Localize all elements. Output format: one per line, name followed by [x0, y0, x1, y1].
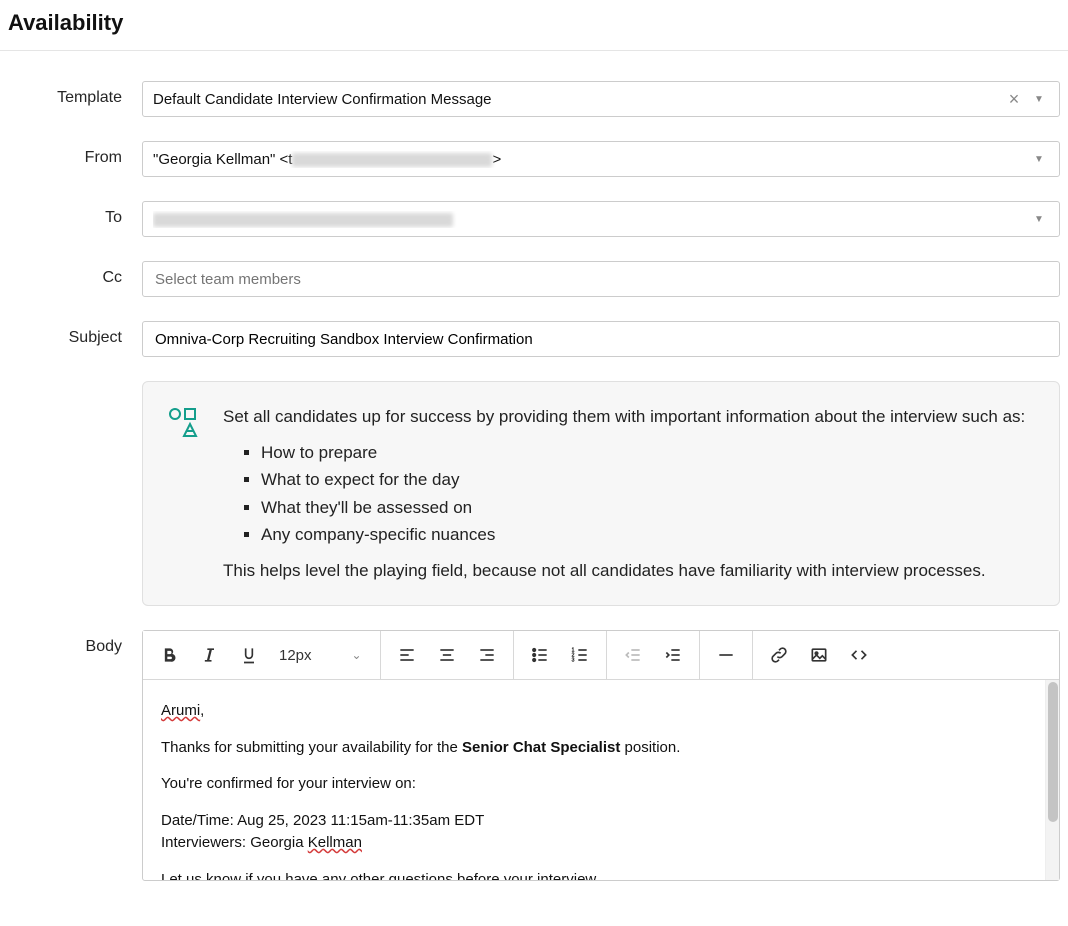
- from-suffix: >: [492, 151, 501, 168]
- chevron-down-icon: ▼: [1029, 214, 1049, 225]
- scroll-thumb[interactable]: [1048, 682, 1058, 822]
- code-view-button[interactable]: [839, 635, 879, 675]
- indent-button[interactable]: [653, 635, 693, 675]
- align-center-button[interactable]: [427, 635, 467, 675]
- body-footer-line: Let us know if you have any other questi…: [161, 869, 1027, 881]
- editor-body[interactable]: Arumi, Thanks for submitting your availa…: [143, 680, 1045, 880]
- horizontal-rule-button[interactable]: [706, 635, 746, 675]
- underline-button[interactable]: [229, 635, 269, 675]
- info-content: Set all candidates up for success by pro…: [223, 404, 1035, 583]
- email-form: Template Default Candidate Interview Con…: [0, 51, 1068, 881]
- editor-toolbar: 12px ⌄: [143, 631, 1059, 680]
- page-title: Availability: [0, 0, 1068, 51]
- body-position: Senior Chat Specialist: [462, 739, 620, 756]
- body-datetime-line: Date/Time: Aug 25, 2023 11:15am-11:35am …: [161, 810, 1027, 833]
- template-select[interactable]: Default Candidate Interview Confirmation…: [142, 81, 1060, 117]
- chevron-down-icon: ▼: [1029, 94, 1049, 105]
- template-clear-icon[interactable]: ×: [999, 89, 1029, 110]
- bold-button[interactable]: [149, 635, 189, 675]
- info-bullet: Any company-specific nuances: [261, 522, 1035, 548]
- info-bullet: What to expect for the day: [261, 467, 1035, 493]
- editor-scrollbar[interactable]: [1045, 680, 1059, 880]
- redacted-to-email: [153, 213, 453, 227]
- body-thanks-pre: Thanks for submitting your availability …: [161, 739, 462, 756]
- to-label: To: [8, 201, 142, 227]
- cc-label: Cc: [8, 261, 142, 287]
- body-label: Body: [8, 630, 142, 656]
- redacted-from-domain: [292, 153, 492, 167]
- info-outro: This helps level the playing field, beca…: [223, 558, 1035, 584]
- subject-label: Subject: [8, 321, 142, 347]
- chevron-down-icon: ⌄: [352, 648, 362, 662]
- info-bullets: How to prepare What to expect for the da…: [223, 440, 1035, 548]
- from-select[interactable]: "Georgia Kellman" <t > ▼: [142, 141, 1060, 177]
- to-selected-text: [153, 211, 1029, 228]
- info-intro: Set all candidates up for success by pro…: [223, 404, 1035, 430]
- shapes-icon: [167, 404, 201, 583]
- font-size-select[interactable]: 12px ⌄: [269, 635, 374, 675]
- info-bullet: What they'll be assessed on: [261, 495, 1035, 521]
- subject-input[interactable]: [153, 330, 1049, 349]
- info-spacer: [8, 381, 142, 389]
- from-selected-text: "Georgia Kellman" <t >: [153, 151, 1029, 168]
- align-left-button[interactable]: [387, 635, 427, 675]
- numbered-list-button[interactable]: 123: [560, 635, 600, 675]
- outdent-button[interactable]: [613, 635, 653, 675]
- subject-input-wrap[interactable]: [142, 321, 1060, 357]
- italic-button[interactable]: [189, 635, 229, 675]
- rich-text-editor: 12px ⌄: [142, 630, 1060, 881]
- cc-input-wrap[interactable]: [142, 261, 1060, 297]
- info-bullet: How to prepare: [261, 440, 1035, 466]
- body-thanks-post: position.: [620, 739, 680, 756]
- chevron-down-icon: ▼: [1029, 154, 1049, 165]
- image-button[interactable]: [799, 635, 839, 675]
- svg-text:3: 3: [571, 658, 574, 664]
- link-button[interactable]: [759, 635, 799, 675]
- body-interviewers-last: Kellman: [308, 834, 362, 851]
- body-greeting-comma: ,: [200, 702, 204, 719]
- from-label: From: [8, 141, 142, 167]
- align-right-button[interactable]: [467, 635, 507, 675]
- body-confirm-line: You're confirmed for your interview on:: [161, 773, 1027, 796]
- template-selected-text: Default Candidate Interview Confirmation…: [153, 91, 999, 108]
- template-label: Template: [8, 81, 142, 107]
- body-interviewers-pre: Interviewers: Georgia: [161, 834, 308, 851]
- body-greeting-name: Arumi: [161, 702, 200, 719]
- bullet-list-button[interactable]: [520, 635, 560, 675]
- from-prefix: "Georgia Kellman" <t: [153, 151, 292, 168]
- info-box: Set all candidates up for success by pro…: [142, 381, 1060, 606]
- cc-input[interactable]: [153, 270, 1049, 289]
- to-select[interactable]: ▼: [142, 201, 1060, 237]
- font-size-value: 12px: [279, 647, 312, 664]
